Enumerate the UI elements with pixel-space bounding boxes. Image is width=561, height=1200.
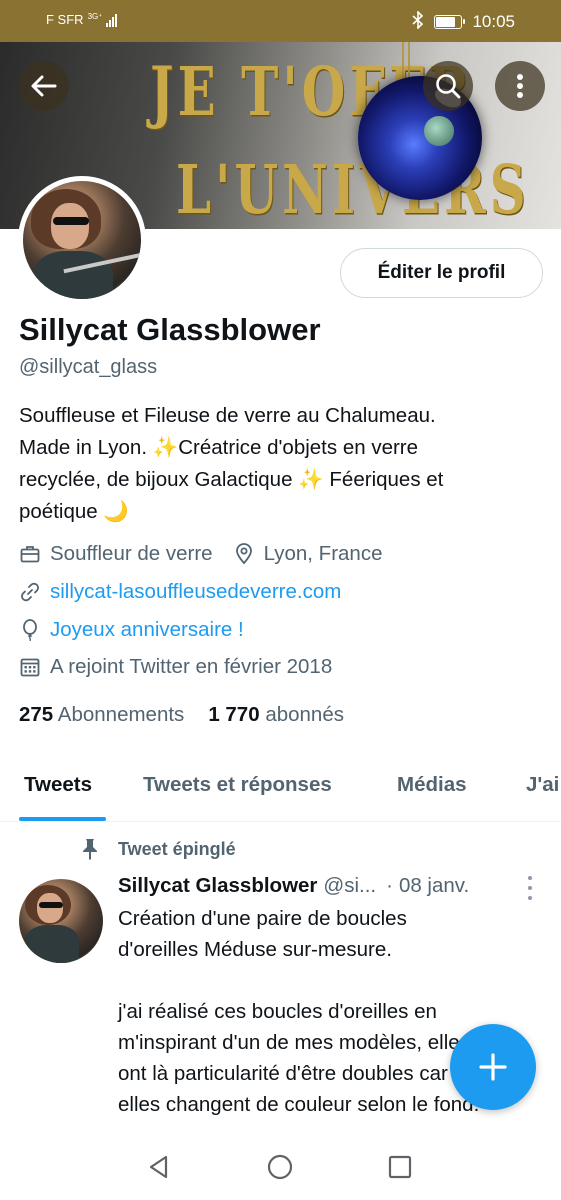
avatar-body [33, 251, 113, 299]
tweet-more-icon[interactable] [520, 876, 540, 900]
status-bar: F SFR 3G⁺ 10:05 [0, 0, 561, 42]
profile-location: Lyon, France [263, 542, 383, 565]
birthday-link[interactable]: Joyeux anniversaire ! [50, 618, 244, 642]
tweet-header: Sillycat Glassblower @si... · 08 janv. [118, 874, 469, 898]
bio-line4: poétique [19, 500, 104, 523]
nav-recents-icon[interactable] [387, 1154, 413, 1180]
search-icon [436, 74, 461, 99]
back-arrow-icon [31, 75, 57, 97]
tab-tweets[interactable]: Tweets [24, 773, 92, 797]
search-button[interactable] [423, 61, 473, 111]
profile-joined-row: A rejoint Twitter en février 2018 [19, 655, 332, 679]
pinned-tweet-label: Tweet épinglé [80, 838, 236, 860]
link-icon [19, 581, 41, 603]
tweet-author-name[interactable]: Sillycat Glassblower [118, 874, 317, 898]
tab-tweets-replies[interactable]: Tweets et réponses [143, 773, 332, 797]
signal-icon [106, 13, 118, 27]
following-count: 275 [19, 703, 54, 726]
clock: 10:05 [472, 12, 515, 31]
avatar-face [37, 893, 63, 923]
back-button[interactable] [19, 61, 69, 111]
followers-label: abonnés [265, 703, 344, 726]
joined-date: A rejoint Twitter en février 2018 [50, 655, 333, 678]
network-type: 3G⁺ [87, 11, 103, 21]
system-nav-bar [0, 1130, 561, 1200]
following-stat[interactable]: 275 Abonnements [19, 703, 184, 727]
profile-job: Souffleur de verre [50, 542, 213, 565]
sparkle-emoji-2: ✨ [298, 468, 324, 491]
user-handle: @sillycat_glass [19, 356, 158, 378]
tweet-author-avatar[interactable] [19, 879, 103, 963]
avatar-glasses [39, 902, 63, 908]
sparkle-emoji: ✨ [152, 436, 179, 459]
avatar-glasses [53, 217, 89, 225]
more-vertical-icon [517, 74, 523, 98]
location-pin-icon [233, 543, 255, 565]
pinned-text: Tweet épinglé [118, 838, 236, 859]
profile-meta-job-location: Souffleur de verre Lyon, France [19, 542, 382, 566]
bio-line2b: Créatrice d'objets en verre [178, 436, 419, 459]
followers-count: 1 770 [208, 703, 260, 726]
profile-tabs: Tweets Tweets et réponses Médias J'ai [0, 760, 561, 822]
nav-back-icon[interactable] [146, 1154, 172, 1180]
calendar-icon [19, 656, 41, 678]
tab-media[interactable]: Médias [397, 773, 467, 797]
nav-home-icon[interactable] [267, 1154, 293, 1180]
followers-stat[interactable]: 1 770 abonnés [208, 703, 344, 727]
bio-line3b: Féeriques et [323, 468, 444, 491]
status-left: F SFR 3G⁺ [46, 11, 118, 27]
compose-tweet-button[interactable] [450, 1024, 536, 1110]
profile-avatar[interactable] [18, 176, 146, 304]
website-link[interactable]: sillycat-lasouffleusedeverre.com [50, 580, 341, 604]
status-right: 10:05 [412, 10, 515, 33]
display-name: Sillycat Glassblower [19, 312, 321, 347]
active-tab-indicator [19, 817, 106, 821]
tweet-date[interactable]: 08 janv. [399, 874, 469, 898]
compose-plus-icon [479, 1053, 507, 1081]
pin-icon [83, 839, 97, 860]
bio-line3a: recyclée, de bijoux Galactique [19, 468, 299, 491]
tab-likes[interactable]: J'ai [526, 773, 559, 797]
profile-birthday-row: Joyeux anniversaire ! [19, 618, 244, 642]
briefcase-icon [19, 543, 41, 565]
follow-stats: 275 Abonnements 1 770 abonnés [19, 703, 344, 727]
bio-line1: Souffleuse et Fileuse de verre au Chalum… [19, 404, 436, 427]
orb-planet [424, 116, 454, 146]
battery-icon [434, 15, 466, 29]
tweet-author-handle[interactable]: @si... [323, 874, 376, 898]
bio-line2a: Made in Lyon. [19, 436, 153, 459]
carrier-label: F SFR [46, 12, 84, 27]
moon-emoji: 🌙 [103, 500, 129, 523]
balloon-icon [19, 619, 41, 641]
profile-bio: Souffleuse et Fileuse de verre au Chalum… [19, 400, 539, 528]
following-label: Abonnements [57, 703, 185, 726]
more-options-button[interactable] [495, 61, 545, 111]
profile-website-row: sillycat-lasouffleusedeverre.com [19, 580, 341, 604]
separator-dot: · [386, 874, 393, 897]
bluetooth-icon [412, 10, 424, 33]
avatar-face [51, 203, 89, 249]
edit-profile-button[interactable]: Éditer le profil [340, 248, 543, 298]
avatar-body [25, 925, 79, 963]
